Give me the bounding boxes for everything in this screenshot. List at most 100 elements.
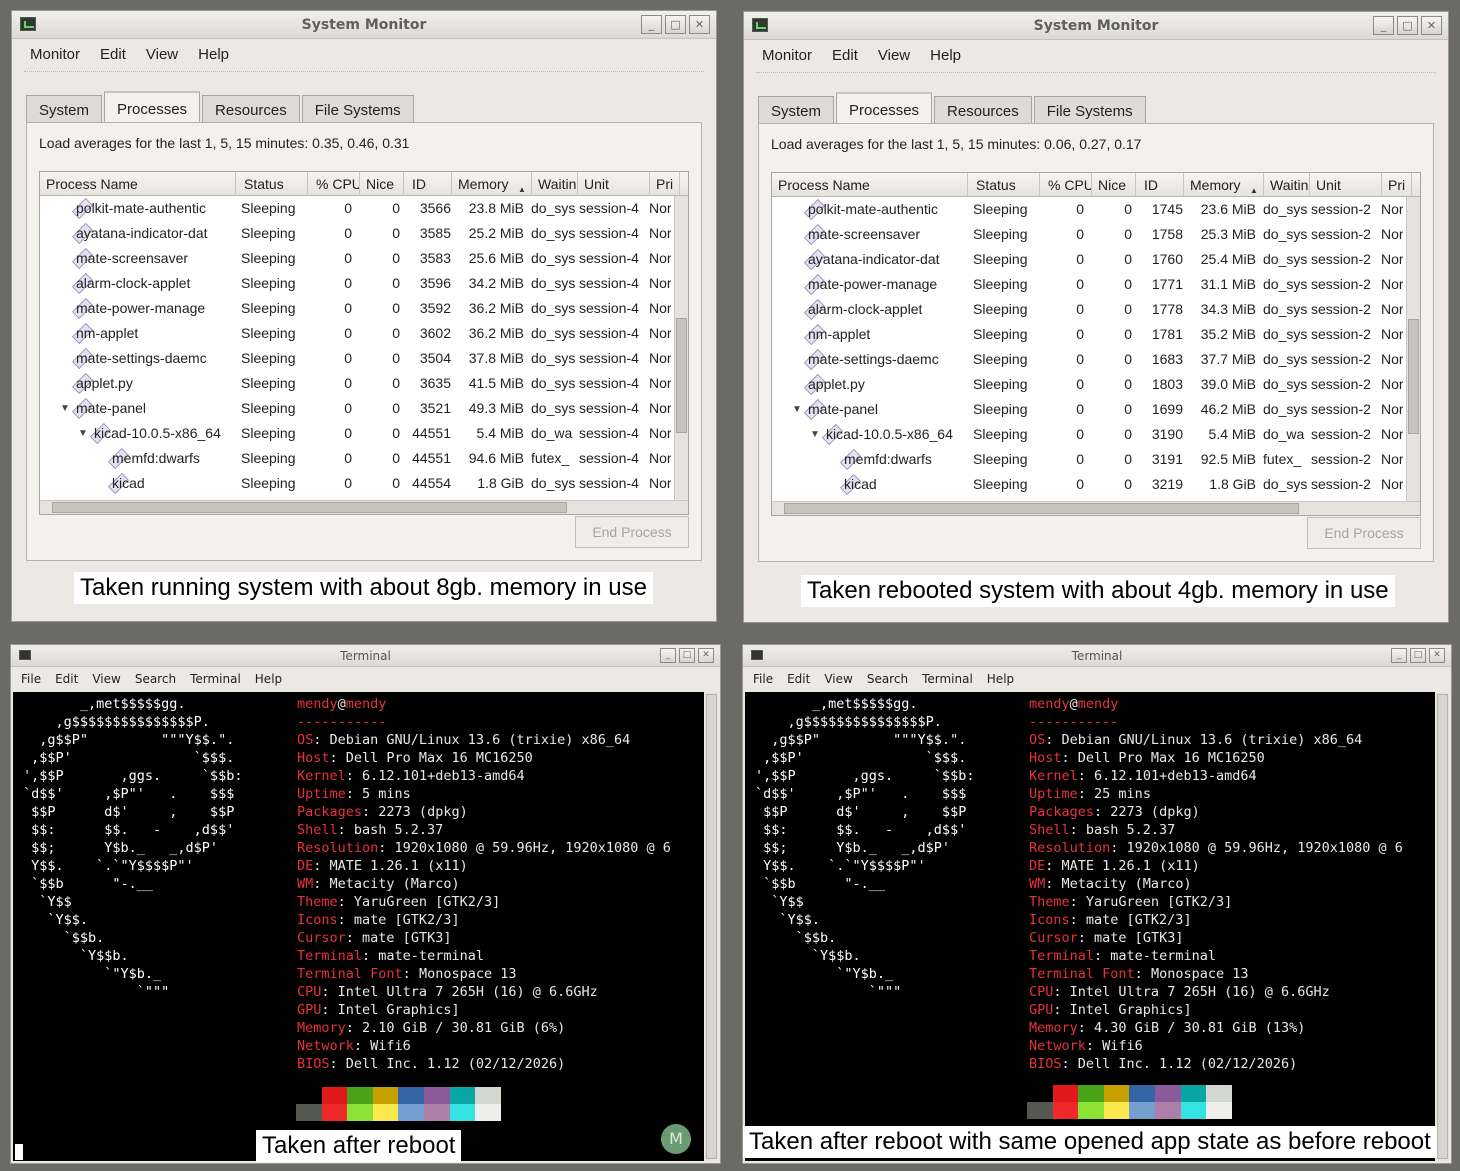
tab-file-systems[interactable]: File Systems [1033, 96, 1146, 125]
table-row[interactable]: mate-power-manage Sleeping 0 0 3592 36.2 MiB d… [40, 296, 674, 321]
table-row[interactable]: mate-settings-daemc Sleeping 0 0 3504 37.8 Mi… [40, 346, 674, 371]
avatar[interactable]: M [661, 1124, 691, 1154]
table-row[interactable]: memfd:dwarfs Sleeping 0 0 44551 94.6 MiB futex… [40, 446, 674, 471]
expander-icon[interactable]: ▼ [78, 421, 88, 446]
menu-file[interactable]: File [747, 667, 779, 691]
menu-edit[interactable]: Edit [94, 39, 132, 69]
close-icon[interactable]: ✕ [1429, 648, 1445, 663]
col-unit[interactable]: Unit [578, 172, 650, 196]
menu-view[interactable]: View [818, 667, 858, 691]
table-row[interactable]: alarm-clock-applet Sleeping 0 0 1778 34.3 MiB… [772, 297, 1406, 322]
col-waiting[interactable]: Waitin [1264, 173, 1310, 197]
col-process-name[interactable]: Process Name [772, 173, 968, 197]
col-waiting[interactable]: Waitin [532, 172, 578, 196]
titlebar[interactable]: Terminal _ □ ✕ [11, 645, 720, 667]
menu-help[interactable]: Help [249, 667, 288, 691]
scrollbar-thumb[interactable] [784, 503, 1299, 514]
close-icon[interactable]: ✕ [1421, 16, 1442, 35]
menu-terminal[interactable]: Terminal [184, 667, 247, 691]
scrollbar-thumb[interactable] [1437, 694, 1448, 1159]
menu-help[interactable]: Help [192, 39, 235, 69]
menu-view[interactable]: View [140, 39, 184, 69]
vertical-scrollbar[interactable] [674, 196, 688, 500]
table-row[interactable]: mate-screensaver Sleeping 0 0 1758 25.3 MiB do… [772, 222, 1406, 247]
table-row[interactable]: kicad Sleeping 0 0 3219 1.8 GiB do_sys session-… [772, 472, 1406, 497]
col-process-name[interactable]: Process Name [40, 172, 236, 196]
table-row[interactable]: kicad Sleeping 0 0 44554 1.8 GiB do_sys session… [40, 471, 674, 496]
scrollbar-thumb[interactable] [676, 317, 687, 434]
terminal-output[interactable]: _,met$$$$$gg. ,g$$$$$$$$$$$$$$$P. ,g$$P"… [745, 692, 1435, 1161]
table-row[interactable]: polkit-mate-authentic Sleeping 0 0 1745 23.6 … [772, 197, 1406, 222]
scrollbar-thumb[interactable] [706, 694, 717, 1159]
menu-view[interactable]: View [872, 40, 916, 70]
col-status[interactable]: Status [970, 173, 1040, 197]
menu-search[interactable]: Search [861, 667, 914, 691]
table-row[interactable]: nm-applet Sleeping 0 0 1781 35.2 MiB do_sys ses… [772, 322, 1406, 347]
tab-processes[interactable]: Processes [836, 92, 933, 125]
table-row[interactable]: nm-applet Sleeping 0 0 3602 36.2 MiB do_sys ses… [40, 321, 674, 346]
menu-view[interactable]: View [86, 667, 126, 691]
col-status[interactable]: Status [238, 172, 308, 196]
terminal-scrollbar[interactable] [705, 692, 718, 1161]
expander-icon[interactable]: ▼ [60, 396, 70, 421]
maximize-icon[interactable]: □ [665, 15, 686, 34]
menu-monitor[interactable]: Monitor [24, 39, 86, 69]
close-icon[interactable]: ✕ [689, 15, 710, 34]
tab-processes[interactable]: Processes [104, 91, 201, 124]
terminal-scrollbar[interactable] [1436, 692, 1449, 1161]
titlebar[interactable]: System Monitor _ □ ✕ [12, 11, 716, 39]
maximize-icon[interactable]: □ [679, 648, 695, 663]
table-row[interactable]: memfd:dwarfs Sleeping 0 0 3191 92.5 MiB futex_… [772, 447, 1406, 472]
table-row[interactable]: alarm-clock-applet Sleeping 0 0 3596 34.2 MiB… [40, 271, 674, 296]
menu-monitor[interactable]: Monitor [756, 40, 818, 70]
minimize-icon[interactable]: _ [660, 648, 676, 663]
close-icon[interactable]: ✕ [698, 648, 714, 663]
table-row[interactable]: mate-screensaver Sleeping 0 0 3583 25.6 MiB do… [40, 246, 674, 271]
menu-help[interactable]: Help [981, 667, 1020, 691]
table-row[interactable]: ▼ kicad-10.0.5-x86_64 Sleeping 0 0 3190 5.4 Mi… [772, 422, 1406, 447]
expander-icon[interactable]: ▼ [792, 397, 802, 422]
horizontal-scrollbar[interactable] [772, 501, 1420, 515]
menu-edit[interactable]: Edit [826, 40, 864, 70]
vertical-scrollbar[interactable] [1406, 197, 1420, 501]
table-row[interactable]: ▼ mate-panel Sleeping 0 0 1699 46.2 MiB do_sys s… [772, 397, 1406, 422]
terminal-output[interactable]: _,met$$$$$gg. ,g$$$$$$$$$$$$$$$P. ,g$$P"… [13, 692, 704, 1161]
table-row[interactable]: applet.py Sleeping 0 0 3635 41.5 MiB do_sys ses… [40, 371, 674, 396]
col-nice[interactable]: Nice [1092, 173, 1136, 197]
table-row[interactable]: mate-settings-daemc Sleeping 0 0 1683 37.7 Mi… [772, 347, 1406, 372]
maximize-icon[interactable]: □ [1397, 16, 1418, 35]
table-row[interactable]: mate-power-manage Sleeping 0 0 1771 31.1 MiB d… [772, 272, 1406, 297]
col-priority[interactable]: Pri [1382, 173, 1412, 197]
tab-resources[interactable]: Resources [934, 96, 1032, 125]
menu-edit[interactable]: Edit [49, 667, 84, 691]
minimize-icon[interactable]: _ [641, 15, 662, 34]
col-id[interactable]: ID [406, 172, 452, 196]
table-row[interactable]: applet.py Sleeping 0 0 1803 39.0 MiB do_sys ses… [772, 372, 1406, 397]
titlebar[interactable]: Terminal _ □ ✕ [743, 645, 1451, 667]
table-row[interactable]: polkit-mate-authentic Sleeping 0 0 3566 23.8 … [40, 196, 674, 221]
maximize-icon[interactable]: □ [1410, 648, 1426, 663]
tab-resources[interactable]: Resources [202, 95, 300, 124]
col-nice[interactable]: Nice [360, 172, 404, 196]
menu-search[interactable]: Search [129, 667, 182, 691]
menu-edit[interactable]: Edit [781, 667, 816, 691]
col-unit[interactable]: Unit [1310, 173, 1382, 197]
minimize-icon[interactable]: _ [1391, 648, 1407, 663]
expander-icon[interactable]: ▼ [810, 422, 820, 447]
minimize-icon[interactable]: _ [1373, 16, 1394, 35]
tab-system[interactable]: System [758, 96, 835, 125]
menu-terminal[interactable]: Terminal [916, 667, 979, 691]
table-row[interactable]: ayatana-indicator-dat Sleeping 0 0 3585 25.2 … [40, 221, 674, 246]
horizontal-scrollbar[interactable] [40, 500, 688, 514]
table-row[interactable]: ayatana-indicator-dat Sleeping 0 0 1760 25.4 … [772, 247, 1406, 272]
menu-help[interactable]: Help [924, 40, 967, 70]
end-process-button[interactable]: End Process [575, 516, 689, 548]
menu-file[interactable]: File [15, 667, 47, 691]
end-process-button[interactable]: End Process [1307, 517, 1421, 549]
tab-file-systems[interactable]: File Systems [301, 95, 414, 124]
scrollbar-thumb[interactable] [52, 502, 567, 513]
titlebar[interactable]: System Monitor _ □ ✕ [744, 12, 1448, 40]
col-priority[interactable]: Pri [650, 172, 680, 196]
scrollbar-thumb[interactable] [1408, 318, 1419, 435]
col-cpu[interactable]: % CPU [310, 172, 360, 196]
